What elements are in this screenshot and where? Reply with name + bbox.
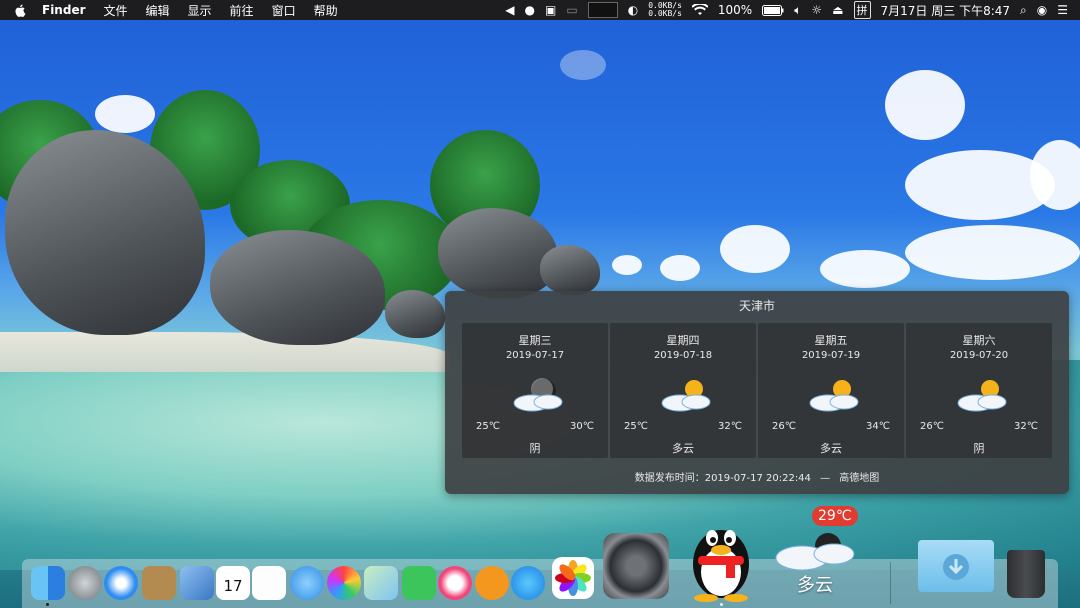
forecast-high: 34℃ [866,421,890,432]
menu-view[interactable]: 显示 [188,2,212,19]
battery-percent[interactable]: 100% [718,3,752,17]
network-speed[interactable]: 0.0KB/s 0.0KB/s [648,2,682,18]
forecast-condition: 阴 [529,442,541,455]
forecast-date: 2019-07-17 [505,350,565,361]
app-menu-finder[interactable]: Finder [42,3,86,17]
calendar-icon[interactable]: 17 [216,566,250,600]
memory-monitor-icon[interactable]: ◐ [628,3,638,17]
menu-help[interactable]: 帮助 [314,2,338,19]
battery-icon[interactable] [762,4,784,16]
qq-icon[interactable] [684,512,758,602]
forecast-low: 25℃ [624,421,648,432]
cloudy-night-icon [513,378,563,412]
safari-icon[interactable] [104,566,138,600]
airplay-icon[interactable]: ⏏︎ [832,3,843,17]
apple-icon[interactable] [14,4,26,17]
finder-icon[interactable] [31,566,65,600]
photos-icon[interactable] [552,557,594,599]
menu-bar: Finder 文件 编辑 显示 前往 窗口 帮助 ◀ ● ▣ ▭ ◐ 0.0KB… [0,0,1080,20]
system-preferences-icon[interactable] [603,533,669,599]
forecast-high: 32℃ [718,421,742,432]
messages-icon[interactable] [290,566,324,600]
qq-menu-icon[interactable]: ● [525,3,535,17]
weather-widget: 天津市 星期三 2019-07-17 25℃ 30℃ 阴 星期四 2019-07… [445,291,1069,494]
launchpad-icon[interactable] [68,566,102,600]
forecast-condition: 阴 [973,442,985,455]
forecast-weekday: 星期三 [518,334,552,347]
download-arrow-icon [943,554,969,580]
forecast-weekday: 星期五 [814,334,848,347]
forecast-high: 32℃ [1014,421,1038,432]
menu-file[interactable]: 文件 [104,2,128,19]
forecast-day: 星期六 2019-07-20 26℃ 32℃ 阴 [906,323,1052,458]
data-source: 高德地图 [839,473,880,484]
books-icon[interactable] [475,566,509,600]
publish-info: 数据发布时间：2019-07-17 20:22:44 — 高德地图 [634,473,880,484]
dock-separator [890,562,891,604]
partly-cloudy-icon [809,380,859,412]
maps-icon[interactable] [364,566,398,600]
siri-icon[interactable]: ◉ [1037,3,1047,17]
forecast-days: 星期三 2019-07-17 25℃ 30℃ 阴 星期四 2019-07-18 … [462,323,1052,458]
forecast-low: 26℃ [772,421,796,432]
weather-temp-badge: 29℃ [812,506,858,526]
screenshot-icon[interactable]: ▣ [545,3,556,17]
spotlight-search-icon[interactable]: ⌕ [1020,3,1027,18]
facetime-icon[interactable] [402,566,436,600]
menubar-clock[interactable]: 7月17日 周三 下午8:47 [881,2,1010,19]
menu-go[interactable]: 前往 [230,2,254,19]
widget-city: 天津市 [738,299,775,313]
forecast-day: 星期三 2019-07-17 25℃ 30℃ 阴 [462,323,608,458]
reminders-icon[interactable] [252,566,286,600]
preview-icon[interactable] [180,566,214,600]
cpu-monitor-icon[interactable] [587,2,618,18]
partly-cloudy-icon [957,380,1007,412]
notification-center-icon[interactable]: ☰ [1057,3,1068,17]
volume-icon[interactable]: 🔈︎ [794,3,801,18]
wifi-icon[interactable] [691,4,708,16]
forecast-date: 2019-07-19 [801,350,861,361]
forecast-day: 星期五 2019-07-19 26℃ 34℃ 多云 [758,323,904,458]
input-method-icon[interactable]: 拼 [853,1,871,19]
forecast-low: 26℃ [920,421,944,432]
downloads-folder-icon[interactable] [918,540,994,592]
battery-small-icon[interactable]: ▭ [566,3,577,17]
partly-cloudy-icon [661,380,711,412]
menu-window[interactable]: 窗口 [272,2,296,19]
forecast-day: 星期四 2019-07-18 25℃ 32℃ 多云 [610,323,756,458]
brightness-icon[interactable]: ☼ [811,3,822,17]
menu-edit[interactable]: 编辑 [146,2,170,19]
forecast-date: 2019-07-20 [949,350,1009,361]
weather-dock-condition: 多云 [797,575,833,596]
trash-icon[interactable] [1007,550,1045,598]
forecast-condition: 多云 [820,442,842,455]
app-store-icon[interactable] [511,566,545,600]
forecast-low: 25℃ [476,421,500,432]
forecast-condition: 多云 [672,442,694,455]
photos-flower-icon [555,560,591,596]
forecast-high: 30℃ [570,421,594,432]
publish-time: 数据发布时间：2019-07-17 20:22:44 [634,473,811,484]
contacts-icon[interactable] [142,566,176,600]
music-icon[interactable] [438,566,472,600]
forecast-date: 2019-07-18 [653,350,713,361]
photo-booth-icon[interactable] [327,566,361,600]
forecast-weekday: 星期四 [666,334,700,347]
forecast-weekday: 星期六 [962,334,996,347]
speaker-status-icon[interactable]: ◀ [505,3,514,17]
